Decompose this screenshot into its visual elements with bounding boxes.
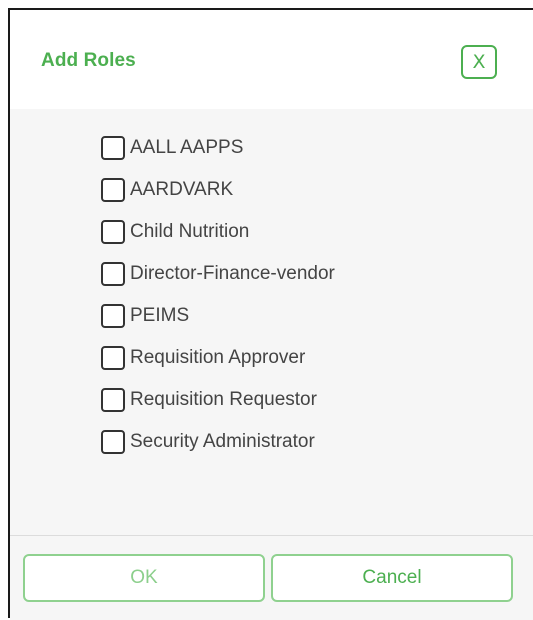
role-checkbox[interactable] [101,262,125,286]
role-label: AARDVARK [130,179,234,200]
role-label: AALL AAPPS [130,137,244,158]
dialog-title: Add Roles [41,50,136,71]
dialog-header: Add Roles X [10,10,533,109]
role-checkbox[interactable] [101,136,125,160]
role-item-director-finance-vendor[interactable]: Director-Finance-vendor [101,253,335,295]
ok-button[interactable]: OK [23,554,265,602]
role-label: Director-Finance-vendor [130,263,335,284]
role-item-requisition-approver[interactable]: Requisition Approver [101,337,335,379]
cancel-button[interactable]: Cancel [271,554,513,602]
role-item-peims[interactable]: PEIMS [101,295,335,337]
role-checkbox[interactable] [101,220,125,244]
role-item-aardvark[interactable]: AARDVARK [101,169,335,211]
role-label: Child Nutrition [130,221,250,242]
add-roles-dialog: Add Roles X AALL AAPPS AARDVARK Child Nu… [8,8,533,620]
role-checkbox[interactable] [101,178,125,202]
role-checkbox[interactable] [101,430,125,454]
role-label: PEIMS [130,305,190,326]
role-list: AALL AAPPS AARDVARK Child Nutrition Dire… [101,127,335,463]
role-label: Security Administrator [130,431,315,452]
role-checkbox[interactable] [101,304,125,328]
role-checkbox[interactable] [101,346,125,370]
role-label: Requisition Requestor [130,389,317,410]
close-button[interactable]: X [461,45,497,79]
role-item-security-administrator[interactable]: Security Administrator [101,421,335,463]
role-item-aall-aapps[interactable]: AALL AAPPS [101,127,335,169]
role-item-child-nutrition[interactable]: Child Nutrition [101,211,335,253]
dialog-footer: OK Cancel [10,536,533,620]
role-item-requisition-requestor[interactable]: Requisition Requestor [101,379,335,421]
role-checkbox[interactable] [101,388,125,412]
dialog-body: AALL AAPPS AARDVARK Child Nutrition Dire… [10,109,533,536]
role-label: Requisition Approver [130,347,306,368]
